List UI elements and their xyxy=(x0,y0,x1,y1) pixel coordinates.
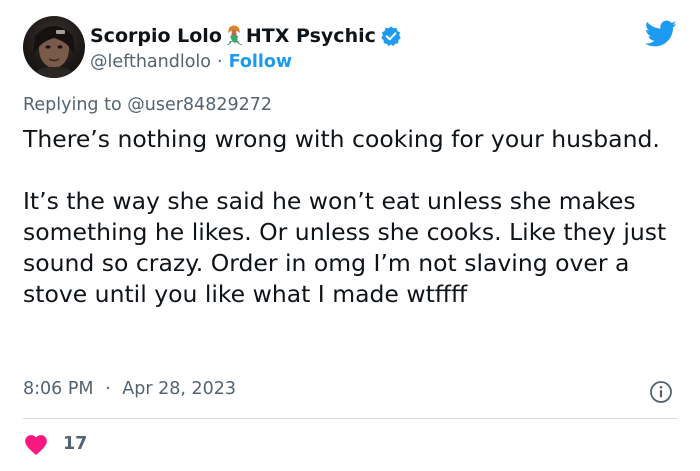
like-count: 17 xyxy=(63,434,88,454)
info-icon[interactable] xyxy=(649,380,673,404)
follow-button[interactable]: Follow xyxy=(229,52,292,72)
tweet-paragraph-2: It’s the way she said he won’t eat unles… xyxy=(23,187,667,308)
separator-dot: · xyxy=(217,52,223,72)
tweet-text: There’s nothing wrong with cooking for y… xyxy=(23,124,673,310)
author-handle-row: @lefthandlolo · Follow xyxy=(90,50,292,74)
tweet-paragraph-1: There’s nothing wrong with cooking for y… xyxy=(23,125,660,153)
author-name-part2: HTX Psychic xyxy=(245,25,376,47)
tweet-date: Apr 28, 2023 xyxy=(122,379,237,399)
tweet-time: 8:06 PM xyxy=(23,379,94,399)
replying-to: Replying to @user84829272 xyxy=(23,95,272,115)
author-name-part1: Scorpio Lolo xyxy=(90,25,222,47)
mermaid-emoji xyxy=(223,24,245,48)
author-display-name[interactable]: Scorpio Lolo HTX Psychic xyxy=(90,22,402,50)
timestamp-separator: · xyxy=(105,379,111,399)
divider xyxy=(23,418,677,419)
twitter-bird-icon[interactable] xyxy=(644,20,677,48)
replying-to-label: Replying to xyxy=(23,95,122,115)
verified-badge-icon xyxy=(380,25,402,47)
tweet-card: Scorpio Lolo HTX Psychic @lefthandlolo ·… xyxy=(0,0,700,471)
tweet-timestamp[interactable]: 8:06 PM · Apr 28, 2023 xyxy=(23,379,236,399)
heart-icon xyxy=(25,435,47,456)
author-handle[interactable]: @lefthandlolo xyxy=(90,52,211,72)
replying-to-user[interactable]: @user84829272 xyxy=(127,95,272,115)
author-avatar[interactable] xyxy=(23,16,85,78)
like-button[interactable]: 17 xyxy=(23,430,87,458)
